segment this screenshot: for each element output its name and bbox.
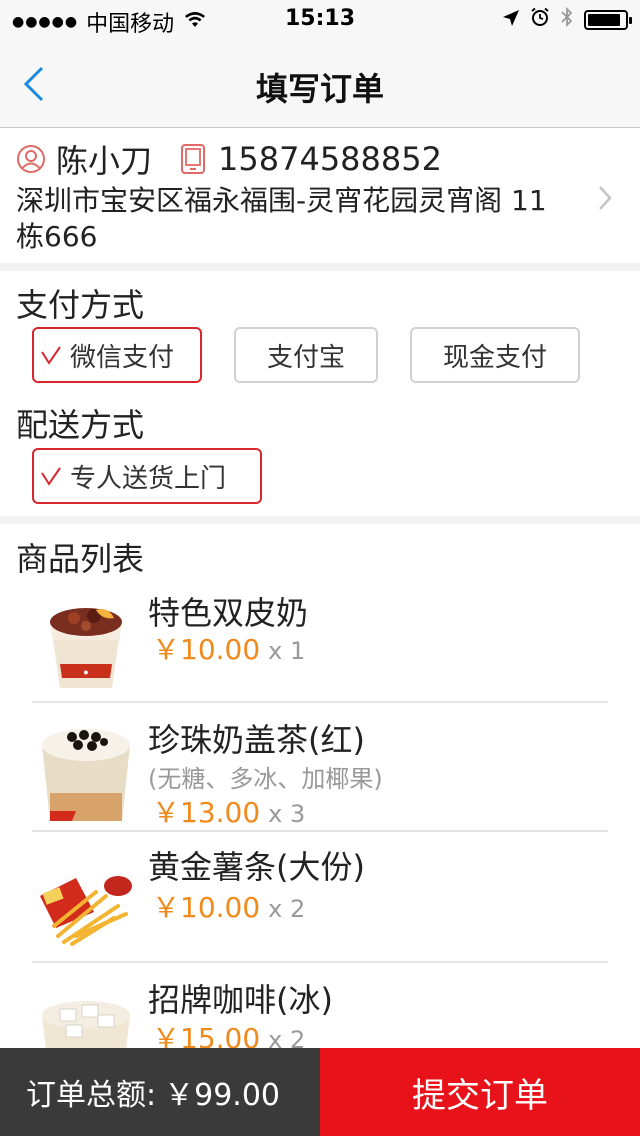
product-image xyxy=(36,856,136,956)
battery-icon xyxy=(584,9,632,30)
product-qty: x 3 xyxy=(268,800,306,828)
person-icon xyxy=(17,145,45,173)
contact-row: 陈小刀 15874588852 xyxy=(16,139,442,180)
alarm-icon xyxy=(530,7,550,32)
product-price-row: ￥15.00 x 2 xyxy=(152,1017,305,1048)
svg-text:●: ● xyxy=(83,667,88,677)
list-item[interactable]: 珍珠奶盖茶(红) (无糖、多冰、加椰果) ￥13.00 x 3 xyxy=(0,703,640,831)
bottom-bar: 订单总额: ￥99.00 提交订单 xyxy=(0,1048,640,1136)
battery-fill xyxy=(588,13,620,26)
recipient-phone: 15874588852 xyxy=(218,140,442,178)
payment-option-label: 微信支付 xyxy=(70,342,175,373)
status-left: ●●●●● 中国移动 xyxy=(12,6,206,38)
product-name: 黄金薯条(大份) xyxy=(148,848,365,886)
payment-section-title: 支付方式 xyxy=(16,286,145,324)
wifi-icon xyxy=(184,10,206,34)
phone-icon xyxy=(181,144,206,174)
delivery-option-label: 专人送货上门 xyxy=(70,463,227,494)
nav-bar: 填写订单 xyxy=(0,40,640,128)
product-list-title: 商品列表 xyxy=(16,540,145,578)
delivery-section-title: 配送方式 xyxy=(16,406,145,444)
bluetooth-icon xyxy=(560,6,574,33)
status-right xyxy=(502,6,632,33)
delivery-option-door[interactable]: 专人送货上门 xyxy=(32,448,262,504)
section-divider xyxy=(0,516,640,524)
product-note: (无糖、多冰、加椰果) xyxy=(148,765,383,793)
payment-option-label: 现金支付 xyxy=(442,342,547,373)
product-price: ￥10.00 xyxy=(152,891,261,924)
chevron-left-icon xyxy=(23,66,44,102)
check-icon xyxy=(41,346,61,365)
payment-option-alipay[interactable]: 支付宝 xyxy=(234,327,378,383)
status-bar: ●●●●● 中国移动 15:13 xyxy=(0,0,640,40)
list-item[interactable]: 黄金薯条(大份) ￥10.00 x 2 xyxy=(0,832,640,962)
address-text: 深圳市宝安区福永福围-灵宵花园灵宵阁 11 栋666 xyxy=(16,183,586,255)
product-price: ￥15.00 xyxy=(152,1022,261,1048)
total-value: ￥99.00 xyxy=(164,1078,280,1113)
address-line-2: 栋666 xyxy=(16,220,98,253)
order-total: 订单总额: ￥99.00 xyxy=(0,1048,320,1136)
carrier-label: 中国移动 xyxy=(86,12,175,37)
address-card[interactable]: 陈小刀 15874588852 深圳市宝安区福永福围-灵宵花园灵宵阁 11 栋6… xyxy=(0,129,640,263)
list-item[interactable]: 招牌咖啡(冰) ￥15.00 x 2 xyxy=(0,963,640,1048)
payment-option-wechat[interactable]: 微信支付 xyxy=(32,327,202,383)
product-price-row: ￥10.00 x 1 xyxy=(152,628,305,668)
chevron-right-icon xyxy=(599,186,612,210)
product-price-row: ￥13.00 x 3 xyxy=(152,791,305,831)
back-button[interactable] xyxy=(20,56,80,112)
payment-option-label: 支付宝 xyxy=(266,342,345,373)
check-icon xyxy=(41,467,61,486)
submit-order-button[interactable]: 提交订单 xyxy=(320,1048,640,1136)
product-price-row: ￥10.00 x 2 xyxy=(152,886,305,926)
product-qty: x 2 xyxy=(268,1026,306,1048)
product-image: ● xyxy=(36,590,136,690)
signal-icon: ●●●●● xyxy=(12,14,79,30)
product-price: ￥13.00 xyxy=(152,796,261,829)
list-item[interactable]: ● 特色双皮奶 ￥10.00 x 1 xyxy=(0,584,640,702)
section-divider xyxy=(0,263,640,271)
product-name: 招牌咖啡(冰) xyxy=(148,981,333,1019)
total-label: 订单总额: xyxy=(26,1078,157,1113)
product-image xyxy=(36,715,136,821)
payment-option-cash[interactable]: 现金支付 xyxy=(410,327,580,383)
location-arrow-icon xyxy=(502,8,520,32)
product-image xyxy=(36,985,136,1048)
product-name: 珍珠奶盖茶(红) xyxy=(148,721,365,759)
address-line-1: 深圳市宝安区福永福围-灵宵花园灵宵阁 11 xyxy=(16,184,547,217)
recipient-name: 陈小刀 xyxy=(56,142,153,180)
page-title: 填写订单 xyxy=(255,70,384,108)
product-qty: x 2 xyxy=(268,895,306,923)
product-price: ￥10.00 xyxy=(152,633,261,666)
product-qty: x 1 xyxy=(268,637,306,665)
